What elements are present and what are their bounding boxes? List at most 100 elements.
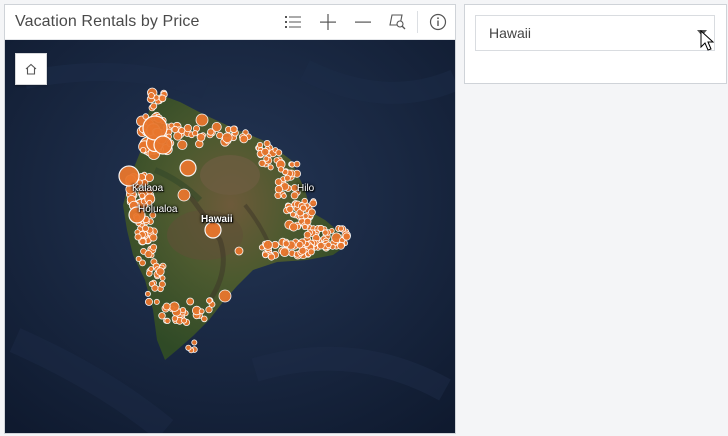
legend-button[interactable] [275,5,310,40]
rental-marker[interactable] [216,131,224,140]
rental-marker[interactable] [289,222,299,232]
rental-marker[interactable] [275,149,283,156]
rental-marker[interactable] [239,134,249,144]
rental-marker[interactable] [267,164,274,171]
zoom-out-button[interactable] [345,5,380,40]
rental-marker[interactable] [277,166,285,173]
rental-marker[interactable] [274,185,283,194]
rental-marker[interactable] [183,124,192,133]
rental-marker[interactable] [162,302,171,311]
rental-marker[interactable] [177,188,191,202]
rental-marker[interactable] [171,125,179,134]
legend-list-icon [284,16,301,28]
rental-marker[interactable] [303,217,312,226]
rental-marker[interactable] [196,133,206,142]
rental-marker[interactable] [158,94,167,103]
home-button[interactable] [15,53,47,85]
rental-marker[interactable] [293,160,301,168]
rental-marker[interactable] [158,280,166,288]
rental-marker[interactable] [207,128,215,136]
rental-marker[interactable] [256,141,264,149]
rental-marker[interactable] [295,241,304,249]
rental-marker[interactable] [159,275,166,282]
rental-marker[interactable] [139,146,147,154]
rental-marker[interactable] [307,248,315,256]
rental-marker[interactable] [258,159,266,167]
rental-marker[interactable] [186,297,195,306]
rental-marker[interactable] [158,312,166,320]
rental-marker[interactable] [144,250,153,259]
rental-marker[interactable] [325,241,332,249]
rental-marker[interactable] [206,297,213,304]
rental-marker[interactable] [150,243,158,251]
rental-marker[interactable] [149,233,158,242]
rental-marker[interactable] [263,155,270,162]
rental-marker[interactable] [283,174,291,182]
zoom-out-icon [354,21,371,23]
region-select[interactable]: Hawaii [475,15,715,51]
app-root: Vacation Rentals by Price Kalaoa Holualo… [0,0,728,436]
place-label-hilo: Hilo [297,183,315,194]
rental-marker[interactable] [150,102,158,110]
rental-marker[interactable] [309,199,318,208]
rental-marker[interactable] [317,241,325,250]
rental-marker[interactable] [262,251,269,259]
map-title: Vacation Rentals by Price [15,13,200,30]
rental-marker[interactable] [195,113,209,127]
rental-marker[interactable] [164,317,171,324]
rental-marker[interactable] [153,135,173,155]
rental-marker[interactable] [280,193,287,199]
rental-marker[interactable] [302,212,309,219]
rental-marker[interactable] [337,225,344,232]
rental-marker[interactable] [171,315,179,322]
rental-marker[interactable] [144,297,153,306]
rental-marker[interactable] [144,290,151,297]
rental-marker[interactable] [178,127,186,135]
rental-marker[interactable] [317,224,325,232]
rental-marker[interactable] [148,266,155,272]
rental-marker[interactable] [299,204,307,212]
rental-marker[interactable] [135,255,142,262]
rental-marker[interactable] [279,247,290,258]
info-icon [429,13,446,31]
search-extent-icon [388,14,405,30]
rental-marker[interactable] [342,232,351,241]
rental-marker[interactable] [147,92,155,100]
rental-marker[interactable] [286,205,294,213]
rental-marker[interactable] [139,237,147,246]
rental-marker[interactable] [218,289,232,303]
region-select-value: Hawaii [489,25,532,41]
rental-marker[interactable] [201,315,208,323]
rental-marker[interactable] [337,241,345,250]
rental-marker[interactable] [181,317,188,324]
info-button[interactable] [420,5,455,40]
rental-marker[interactable] [303,231,312,239]
rental-marker[interactable] [274,178,283,186]
rental-marker[interactable] [141,224,149,232]
rental-marker[interactable] [185,344,192,351]
search-extent-button[interactable] [380,5,415,40]
rental-marker[interactable] [151,284,159,292]
rental-marker[interactable] [267,253,276,261]
rental-marker[interactable] [156,267,165,276]
rental-marker[interactable] [222,132,233,143]
map-view[interactable]: Kalaoa Holualoa Hilo Hawaii [5,40,455,433]
rental-marker[interactable] [230,125,238,134]
rental-marker[interactable] [192,130,199,137]
map-header: Vacation Rentals by Price [5,5,455,40]
rental-marker[interactable] [282,240,290,248]
rental-marker[interactable] [307,208,316,217]
home-icon [25,63,37,75]
rental-marker[interactable] [262,239,273,250]
rental-marker[interactable] [198,308,205,315]
rental-marker[interactable] [261,147,270,156]
filter-panel: Hawaii [464,4,727,84]
rental-marker[interactable] [169,301,180,312]
zoom-in-button[interactable] [310,5,345,40]
rental-marker[interactable] [153,298,160,305]
rental-marker[interactable] [191,339,198,346]
rental-marker[interactable] [234,246,244,256]
rental-marker[interactable] [179,159,197,177]
rental-marker[interactable] [177,139,188,150]
rental-marker[interactable] [263,140,271,148]
